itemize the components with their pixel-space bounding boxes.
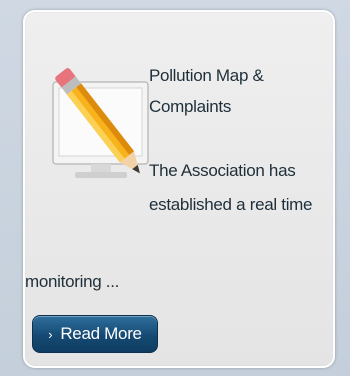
chevron-right-icon: › xyxy=(48,326,53,342)
title-line-1: Pollution Map & xyxy=(149,66,264,85)
title-line-2: Complaints xyxy=(149,97,232,116)
read-more-button[interactable]: › Read More xyxy=(32,315,158,353)
read-more-label: Read More xyxy=(60,324,142,343)
desc-line-1: The Association has xyxy=(149,161,296,180)
card-description: The Association has established a real t… xyxy=(149,154,329,222)
page: Pollution Map & Complaints The Associati… xyxy=(0,0,350,376)
desc-line-3: monitoring ... xyxy=(25,272,120,291)
card-title: Pollution Map & Complaints xyxy=(149,60,264,122)
desc-line-2: established a real time xyxy=(149,195,313,214)
info-card: Pollution Map & Complaints The Associati… xyxy=(23,10,335,368)
pencil-monitor-icon xyxy=(45,57,155,187)
